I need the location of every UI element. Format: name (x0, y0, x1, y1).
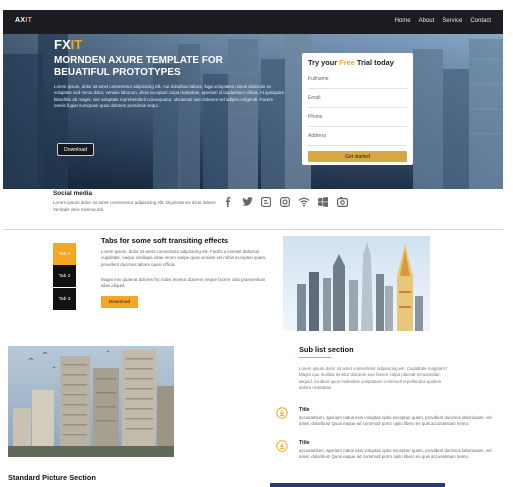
tab-2[interactable]: Tab 2 (53, 265, 76, 287)
nav-item-service[interactable]: Service (442, 18, 462, 24)
hero-description: Lorem ipsum, dolor sit amet consectetur … (54, 84, 285, 109)
windows-icon[interactable] (317, 196, 329, 208)
hero-logo-prefix: FX (54, 37, 71, 52)
brand-logo-accent: IT (25, 17, 33, 24)
phone-input[interactable] (308, 114, 407, 120)
section-divider (3, 229, 503, 230)
address-field-wrapper (308, 127, 407, 146)
tab-1[interactable]: Tab 1 (53, 243, 76, 265)
city-towers-image (283, 236, 430, 331)
hero-title: MORNDEN AXURE TEMPLATE FOR BEUATIFUL PRO… (54, 55, 223, 78)
next-section-image-edge (270, 483, 445, 487)
list-item-text: accusantium, aperiam natus eius voluptas… (299, 448, 492, 460)
blogger-icon[interactable] (260, 196, 272, 208)
fullname-input[interactable] (308, 76, 407, 82)
email-input[interactable] (308, 95, 407, 101)
nav-item-contact[interactable]: Contact (470, 18, 491, 24)
nav-item-home[interactable]: Home (395, 18, 411, 24)
instagram-icon[interactable] (279, 196, 291, 208)
trial-title-suffix: Trial today (354, 58, 394, 67)
hero-download-button[interactable]: Download (57, 143, 94, 156)
top-navigation-bar: AXIT Home About Service Contact (3, 10, 503, 34)
download-circle-icon (276, 406, 288, 419)
standard-picture-title: Standard Picture Section (8, 473, 96, 482)
trial-title-accent: Free (339, 58, 355, 67)
list-item-text: accusantium, aperiam natus eius voluptas… (299, 415, 492, 427)
facebook-icon[interactable] (222, 196, 234, 208)
tab-3[interactable]: Tab 3 (53, 288, 76, 310)
brand-logo-prefix: AX (15, 17, 26, 24)
apartment-buildings-image (8, 346, 174, 457)
tabs-download-button[interactable]: Download (101, 296, 138, 308)
download-circle-icon (276, 439, 288, 452)
free-trial-form: Try your Free Trial today Get started (302, 53, 413, 165)
social-media-text: Lorem ipsum dolor sit amet consectetur a… (53, 200, 216, 212)
nav-item-about[interactable]: About (419, 18, 435, 24)
camera-icon[interactable] (336, 196, 348, 208)
tabs-heading: Tabs for some soft transiting effects (101, 236, 229, 245)
fullname-field-wrapper (308, 70, 407, 89)
hero-logo: FXIT (54, 37, 82, 52)
sub-list-title: Sub list section (299, 345, 354, 354)
get-started-button[interactable]: Get started (308, 151, 407, 162)
brand-logo[interactable]: AXIT (15, 17, 32, 24)
list-item-title: Title (299, 440, 310, 446)
twitter-icon[interactable] (241, 196, 253, 208)
social-icon-row (222, 196, 348, 208)
main-nav: Home About Service Contact (395, 18, 491, 24)
wifi-icon[interactable] (298, 196, 310, 208)
phone-field-wrapper (308, 108, 407, 127)
hero-section: FXIT MORNDEN AXURE TEMPLATE FOR BEUATIFU… (3, 34, 503, 189)
trial-title-prefix: Try your (308, 58, 340, 67)
list-item-title: Title (299, 407, 310, 413)
hero-logo-accent: IT (70, 37, 83, 52)
address-input[interactable] (308, 133, 407, 139)
tabs-paragraph-2: Magni eos quaerat dolores hic nobis tene… (101, 277, 266, 289)
social-media-title: Social media (53, 190, 93, 197)
trial-form-title: Try your Free Trial today (308, 58, 407, 67)
sub-list-intro: Lorem ipsum dolor sit amet consectetur a… (299, 366, 448, 391)
email-field-wrapper (308, 89, 407, 108)
sub-list-underline (299, 357, 331, 358)
tabs-paragraph-1: Lorem ipsum, dolor sit amet consectetur … (101, 249, 267, 267)
